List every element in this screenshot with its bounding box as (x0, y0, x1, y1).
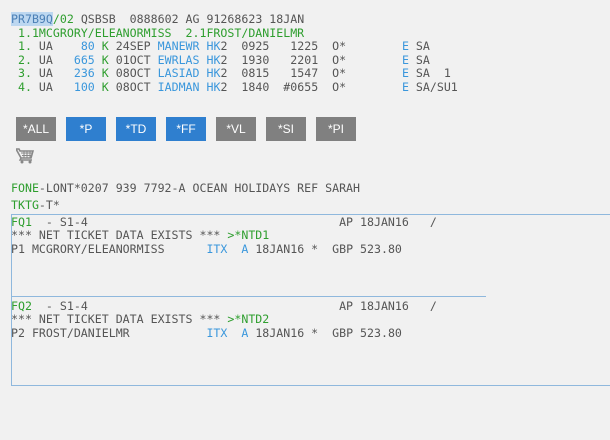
text-segment: 08OCT (108, 80, 158, 94)
text-segment: TKTG (11, 198, 39, 212)
text-segment: P1 MCGRORY/ELEANORMISS (11, 242, 207, 256)
segment-row: 4. UA 100 K 08OCT IADMAN HK2 1840 #0655 … (11, 81, 458, 94)
text-segment: 18JAN16 * GBP 523.80 (248, 326, 402, 340)
text-segment: 2 1840 #0655 O* (220, 80, 402, 94)
text-segment: SA (408, 53, 430, 67)
text-segment: -LONT*0207 939 7792-A OCEAN HOLIDAYS REF… (38, 181, 361, 195)
text-segment: ITX A (206, 326, 249, 340)
command-link[interactable]: PR7B9Q (11, 12, 53, 26)
text-segment: 1. (11, 39, 32, 53)
text-segment: 3. (11, 66, 32, 80)
text-segment: SA (408, 39, 430, 53)
text-segment: -T* (38, 198, 60, 212)
text-segment: 2 0925 1225 O* (220, 39, 402, 53)
text-segment: UA (31, 39, 67, 53)
text-segment: E (401, 66, 409, 80)
text-segment: 2. (11, 53, 32, 67)
text-segment: 4. (11, 80, 32, 94)
text-segment: K (94, 80, 109, 94)
text-segment: FONE (11, 181, 39, 195)
fare-quote-line: *** NET TICKET DATA EXISTS *** >*NTD2 (11, 313, 269, 326)
text-segment: UA (31, 53, 67, 67)
text-segment: 665 (66, 53, 95, 67)
text-segment: SA/SU1 (408, 80, 458, 94)
text-segment: 80 (66, 39, 95, 53)
button-all[interactable]: *ALL (16, 117, 56, 141)
shopping-cart-icon[interactable] (16, 148, 34, 164)
text-segment: P2 FROST/DANIELMR (11, 326, 207, 340)
button-si[interactable]: *SI (266, 117, 306, 141)
text-segment: K (94, 53, 109, 67)
filter-button-bar: *ALL *P *TD *FF *VL *SI *PI (16, 117, 356, 141)
text-segment: 236 (66, 66, 95, 80)
text-segment: UA (31, 80, 67, 94)
text-segment: FQ1 (11, 215, 32, 229)
text-segment: 2 1930 2201 O* (220, 53, 402, 67)
remark-line: TKTG-T* (11, 199, 60, 212)
text-segment: K (94, 66, 109, 80)
text-segment: E (401, 39, 409, 53)
command-link[interactable]: >*NTD1 (227, 228, 269, 242)
segment-row: 1. UA 80 K 24SEP MANEWR HK2 0925 1225 O*… (11, 40, 430, 53)
text-segment: /02 (52, 12, 74, 26)
text-segment: - S1-4 AP 18JAN16 / (31, 215, 437, 229)
button-pi[interactable]: *PI (316, 117, 356, 141)
text-segment: 1.1MCGRORY/ELEANORMISS 2.1FROST/DANIELMR (11, 26, 305, 40)
text-segment: *** NET TICKET DATA EXISTS *** (11, 312, 228, 326)
text-segment: - S1-4 AP 18JAN16 / (31, 299, 437, 313)
text-segment: 100 (66, 80, 95, 94)
fare-quote-line: P1 MCGRORY/ELEANORMISS ITX A 18JAN16 * G… (11, 243, 402, 256)
text-segment: 01OCT (108, 53, 158, 67)
fare-quote-line: P2 FROST/DANIELMR ITX A 18JAN16 * GBP 52… (11, 327, 402, 340)
text-segment: 24SEP (108, 39, 158, 53)
text-segment: 08OCT (108, 66, 158, 80)
record-header: PR7B9Q/02 QSBSB 0888602 AG 91268623 18JA… (11, 12, 305, 26)
text-segment: LASIAD HK (157, 66, 221, 80)
remark-line: FONE-LONT*0207 939 7792-A OCEAN HOLIDAYS… (11, 182, 360, 195)
text-segment: *** NET TICKET DATA EXISTS *** (11, 228, 228, 242)
text-segment: E (401, 80, 409, 94)
button-ff[interactable]: *FF (166, 117, 206, 141)
text-segment: ITX A (206, 242, 249, 256)
text-segment: IADMAN HK (157, 80, 221, 94)
text-segment: 2 0815 1547 O* (220, 66, 402, 80)
text-segment: E (401, 53, 409, 67)
text-segment: K (94, 39, 109, 53)
text-segment: EWRLAS HK (157, 53, 221, 67)
text-segment: 18JAN16 * GBP 523.80 (248, 242, 402, 256)
button-p[interactable]: *P (66, 117, 106, 141)
button-vl[interactable]: *VL (216, 117, 256, 141)
text-segment: UA (31, 66, 67, 80)
text-segment: SA 1 (408, 66, 451, 80)
fare-quote-line: *** NET TICKET DATA EXISTS *** >*NTD1 (11, 229, 269, 242)
text-segment: MANEWR HK (157, 39, 221, 53)
command-link[interactable]: >*NTD2 (227, 312, 269, 326)
text-segment: FQ2 (11, 299, 32, 313)
button-td[interactable]: *TD (116, 117, 156, 141)
text-segment: QSBSB 0888602 AG 91268623 18JAN (73, 12, 305, 26)
segment-row: 3. UA 236 K 08OCT LASIAD HK2 0815 1547 O… (11, 67, 451, 80)
